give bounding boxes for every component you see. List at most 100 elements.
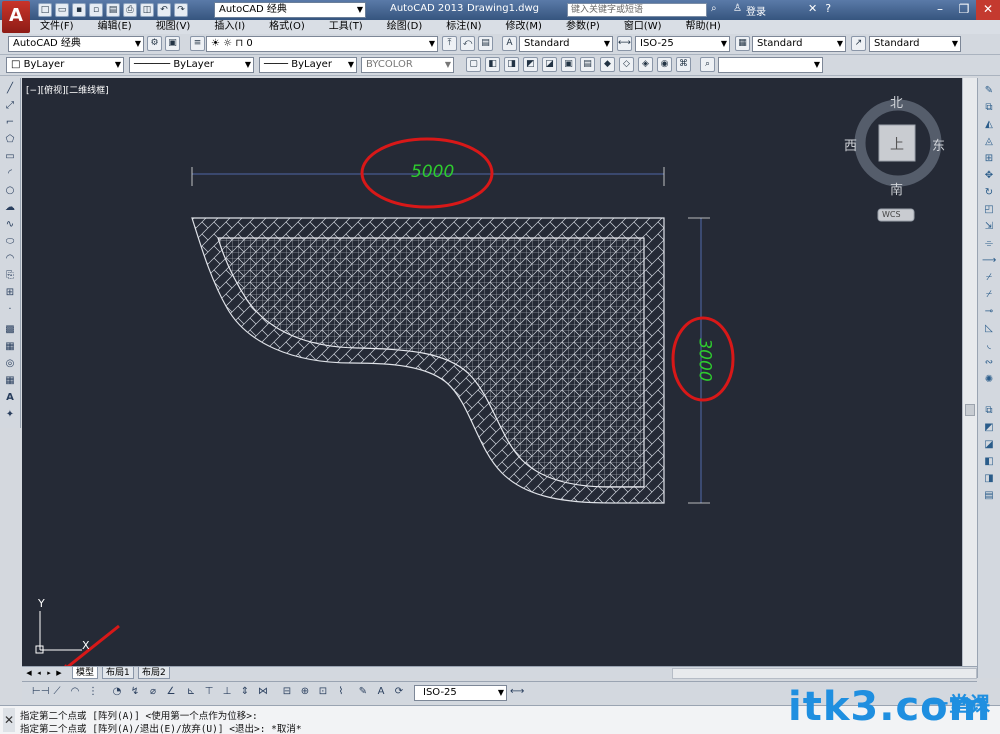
workspace-select[interactable]: AutoCAD 经典 ▼ xyxy=(214,2,366,18)
menu-modify[interactable]: 修改(M) xyxy=(494,20,554,34)
gradient-icon[interactable]: ▦ xyxy=(3,340,17,354)
table-icon[interactable]: ▦ xyxy=(3,374,17,388)
jogged-icon[interactable]: ↯ xyxy=(128,685,142,699)
tab-layout1[interactable]: 布局1 xyxy=(102,667,134,679)
menu-window[interactable]: 窗口(W) xyxy=(612,20,674,34)
radius-icon[interactable]: ◔ xyxy=(110,685,124,699)
close-icon[interactable]: ✕ xyxy=(976,0,1000,20)
send-back-icon[interactable]: ◪ xyxy=(982,438,996,452)
view-front-icon[interactable]: ◧ xyxy=(485,57,500,72)
iso-ne-icon[interactable]: ◈ xyxy=(638,57,653,72)
offset-icon[interactable]: ◬ xyxy=(982,135,996,149)
dimension-text-horizontal[interactable]: 5000 xyxy=(411,162,454,182)
open-icon[interactable]: ▭ xyxy=(55,3,69,17)
layer-combo[interactable]: ☀ ☼ ⊓ 0 ▼ xyxy=(206,36,438,52)
mirror-icon[interactable]: ◭ xyxy=(982,118,996,132)
workspace-combo[interactable]: AutoCAD 经典 ▼ xyxy=(8,36,144,52)
exchange-icon[interactable]: ✕ xyxy=(808,2,817,15)
circle-icon[interactable]: ○ xyxy=(3,184,17,198)
menu-insert[interactable]: 插入(I) xyxy=(202,20,257,34)
layer-previous-icon[interactable]: ⤺ xyxy=(460,36,475,51)
text-style-combo[interactable]: Standard ▼ xyxy=(519,36,613,52)
undo-icon[interactable]: ↶ xyxy=(157,3,171,17)
login-link[interactable]: 登录 xyxy=(746,3,766,18)
dim-space-icon[interactable]: ⇕ xyxy=(238,685,252,699)
ellipse-arc-icon[interactable]: ◠ xyxy=(3,252,17,266)
make-current-icon[interactable]: ⤒ xyxy=(442,36,457,51)
redo-icon[interactable]: ↷ xyxy=(174,3,188,17)
text-style-icon[interactable]: A xyxy=(502,36,517,51)
view-bottom-icon[interactable]: ▤ xyxy=(580,57,595,72)
view-right-icon[interactable]: ◪ xyxy=(542,57,557,72)
dimension-text-vertical[interactable]: 3000 xyxy=(695,338,715,381)
revcloud-icon[interactable]: ☁ xyxy=(3,201,17,215)
dim-style-icon[interactable]: ⟷ xyxy=(617,36,632,51)
aligned-dimension-icon[interactable]: ⟋ xyxy=(50,685,64,699)
ordinate-icon[interactable]: ⋮ xyxy=(86,685,100,699)
settings-icon[interactable]: ⚙ xyxy=(147,36,162,51)
make-block-icon[interactable]: ⊞ xyxy=(3,286,17,300)
publish-icon[interactable]: ▤ xyxy=(106,3,120,17)
dim-edit-icon[interactable]: ✎ xyxy=(356,685,370,699)
tab-last-icon[interactable]: ▶ xyxy=(54,667,64,679)
search-icon[interactable]: ⌕ xyxy=(711,3,717,14)
region-icon[interactable]: ◎ xyxy=(3,357,17,371)
fillet-icon[interactable]: ◟ xyxy=(982,339,996,353)
center-mark-icon[interactable]: ⊕ xyxy=(298,685,312,699)
vertical-scrollbar[interactable] xyxy=(962,78,977,666)
rectangle-icon[interactable]: ▭ xyxy=(3,150,17,164)
dim-style-combo[interactable]: ISO-25 ▼ xyxy=(635,36,730,52)
table-style-icon[interactable]: ▦ xyxy=(735,36,750,51)
user-icon[interactable]: ♙ xyxy=(733,3,742,14)
menu-draw[interactable]: 绘图(D) xyxy=(375,20,435,34)
named-view-combo[interactable]: ▼ xyxy=(718,57,823,73)
send-under-icon[interactable]: ◨ xyxy=(982,472,996,486)
baseline-icon[interactable]: ⊤ xyxy=(202,685,216,699)
scroll-thumb[interactable] xyxy=(965,404,975,416)
search-input[interactable]: 键入关键字或短语 xyxy=(567,3,707,17)
arc-icon[interactable]: ◜ xyxy=(3,167,17,181)
menu-format[interactable]: 格式(O) xyxy=(257,20,317,34)
help-icon[interactable]: ? xyxy=(825,2,831,15)
minimize-icon[interactable]: – xyxy=(928,0,952,20)
tolerance-icon[interactable]: ⊟ xyxy=(280,685,294,699)
angular-icon[interactable]: ∠ xyxy=(164,685,178,699)
multileader-style-icon[interactable]: ↗ xyxy=(851,36,866,51)
menu-edit[interactable]: 编辑(E) xyxy=(86,20,144,34)
continue-icon[interactable]: ⊥ xyxy=(220,685,234,699)
explode-icon[interactable]: ✺ xyxy=(982,373,996,387)
lineweight-combo[interactable]: ──── ByLayer ▼ xyxy=(259,57,357,73)
text-front-icon[interactable]: ▤ xyxy=(982,489,996,503)
tab-prev-icon[interactable]: ◂ xyxy=(34,667,44,679)
line-icon[interactable]: ╱ xyxy=(3,82,17,96)
viewcube-north[interactable]: 北 xyxy=(890,92,903,111)
jogged-linear-icon[interactable]: ⌇ xyxy=(334,685,348,699)
menu-dimension[interactable]: 标注(N) xyxy=(434,20,493,34)
dim-toolbar-style-combo[interactable]: ISO-25 ▼ xyxy=(414,685,507,701)
bring-above-icon[interactable]: ◧ xyxy=(982,455,996,469)
iso-sw-icon[interactable]: ◆ xyxy=(600,57,615,72)
diameter-icon[interactable]: ⌀ xyxy=(146,685,160,699)
construction-line-icon[interactable]: ⤢ xyxy=(3,99,17,113)
viewcube-east[interactable]: 东 xyxy=(932,135,945,154)
copy-icon[interactable]: ⧉ xyxy=(982,101,996,115)
camera-icon[interactable]: ⌘ xyxy=(676,57,691,72)
multileader-style-combo[interactable]: Standard ▼ xyxy=(869,36,961,52)
preview-icon[interactable]: ◫ xyxy=(140,3,154,17)
move-icon[interactable]: ✥ xyxy=(982,169,996,183)
point-icon[interactable]: · xyxy=(3,303,17,317)
polyline-icon[interactable]: ⌐ xyxy=(3,116,17,130)
rotate-icon[interactable]: ↻ xyxy=(982,186,996,200)
extend-icon[interactable]: ⟶ xyxy=(982,254,996,268)
spline-icon[interactable]: ∿ xyxy=(3,218,17,232)
dim-style-manager-icon[interactable]: ⟷ xyxy=(510,685,524,699)
view-left-icon[interactable]: ◩ xyxy=(523,57,538,72)
iso-se-icon[interactable]: ◇ xyxy=(619,57,634,72)
print-icon[interactable]: ⎙ xyxy=(123,3,137,17)
layer-manager-icon[interactable]: ≡ xyxy=(190,36,205,51)
plotstyle-combo[interactable]: BYCOLOR ▼ xyxy=(361,57,454,73)
tab-model[interactable]: 模型 xyxy=(72,667,99,679)
linear-dimension-icon[interactable]: ⊢⊣ xyxy=(32,685,49,699)
restore-icon[interactable]: ❐ xyxy=(952,0,976,20)
linetype-combo[interactable]: ────── ByLayer ▼ xyxy=(129,57,254,73)
